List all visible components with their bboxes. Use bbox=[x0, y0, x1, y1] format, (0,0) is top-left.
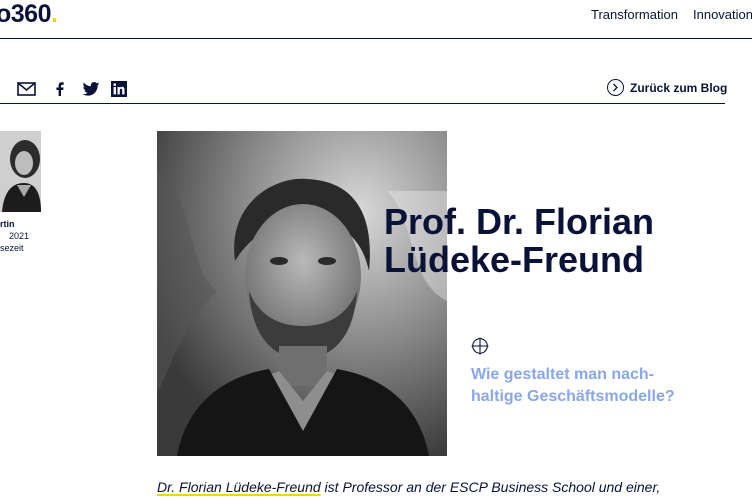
intro-text: ist Professor an der ESCP Business Schoo… bbox=[320, 479, 661, 495]
read-time: sezeit bbox=[0, 243, 24, 253]
person-name-link[interactable]: Dr. Florian Lüdeke-Freund bbox=[157, 479, 321, 495]
hero-portrait-image bbox=[157, 131, 447, 456]
crosshair-icon bbox=[471, 337, 489, 355]
back-to-blog-link[interactable]: Zurück zum Blog bbox=[607, 79, 727, 96]
share-email-button[interactable] bbox=[17, 80, 36, 98]
page-title: Prof. Dr. Florian Lüdeke-Freund bbox=[384, 203, 744, 279]
subtitle-line-1: Wie gestaltet man nach- bbox=[471, 366, 655, 383]
share-facebook-button[interactable] bbox=[56, 80, 64, 98]
back-to-blog-label: Zurück zum Blog bbox=[630, 80, 728, 95]
page-subtitle: Wie gestaltet man nach- haltige Geschäft… bbox=[471, 364, 731, 408]
subtitle-line-2: haltige Geschäftsmodelle? bbox=[471, 388, 675, 405]
share-linkedin-button[interactable] bbox=[111, 80, 127, 98]
logo-text: o360 bbox=[0, 0, 51, 28]
site-logo[interactable]: o360. bbox=[0, 0, 58, 28]
title-line-2: Lüdeke-Freund bbox=[384, 239, 645, 280]
publish-date: 2021 bbox=[9, 231, 30, 241]
mail-icon bbox=[17, 82, 36, 96]
chevron-right-icon bbox=[607, 79, 624, 96]
linkedin-icon bbox=[111, 81, 127, 97]
share-divider bbox=[0, 103, 725, 104]
share-twitter-button[interactable] bbox=[82, 80, 100, 98]
facebook-icon bbox=[56, 82, 64, 96]
nav-item-innovation[interactable]: Innovation bbox=[693, 7, 752, 23]
logo-dot: . bbox=[50, 0, 58, 28]
intro-paragraph: Dr. Florian Lüdeke-Freund ist Professor … bbox=[157, 478, 747, 496]
nav-item-transformation[interactable]: Transformation bbox=[591, 7, 678, 23]
title-line-1: Prof. Dr. Florian bbox=[384, 201, 655, 242]
author-avatar bbox=[0, 131, 41, 212]
header-divider bbox=[0, 38, 752, 39]
author-name[interactable]: rtin bbox=[0, 219, 15, 230]
twitter-icon bbox=[82, 82, 100, 96]
